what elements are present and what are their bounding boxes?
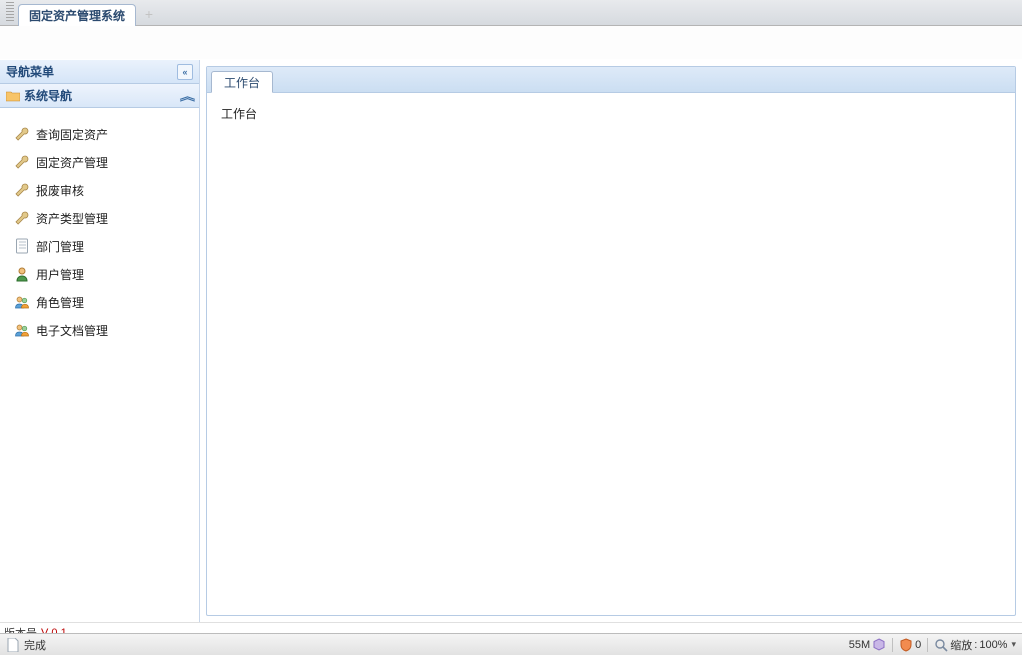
content-body-text: 工作台 bbox=[221, 107, 257, 121]
collapse-sidebar-button[interactable]: « bbox=[177, 64, 193, 80]
document-icon bbox=[14, 238, 30, 254]
nav-item-label: 用户管理 bbox=[36, 266, 84, 283]
folder-icon bbox=[6, 90, 20, 102]
nav-item-label: 电子文档管理 bbox=[36, 322, 108, 339]
nav-item-query-asset[interactable]: 查询固定资产 bbox=[14, 120, 199, 148]
separator bbox=[892, 638, 893, 652]
nav-item-asset-type[interactable]: 资产类型管理 bbox=[14, 204, 199, 232]
nav-item-edoc-mgmt[interactable]: 电子文档管理 bbox=[14, 316, 199, 344]
users-icon bbox=[14, 294, 30, 310]
main-area: 导航菜单 « 系统导航 ︽ 查询固定资产 固定资产管理 bbox=[0, 60, 1022, 622]
nav-item-label: 报废审核 bbox=[36, 182, 84, 199]
users-icon bbox=[14, 322, 30, 338]
status-bar: 完成 55M 0 缩放 : 100% ▾ bbox=[0, 633, 1022, 655]
nav-item-asset-mgmt[interactable]: 固定资产管理 bbox=[14, 148, 199, 176]
tab-workbench-label: 工作台 bbox=[224, 74, 260, 91]
add-tab-button[interactable]: + bbox=[140, 5, 158, 23]
chevron-up-icon: ︽ bbox=[180, 88, 195, 104]
accordion-section-header[interactable]: 系统导航 ︽ bbox=[0, 84, 199, 108]
drag-handle-icon[interactable] bbox=[6, 2, 14, 22]
sidebar-title: 导航菜单 bbox=[6, 63, 54, 80]
main-tab-label: 固定资产管理系统 bbox=[29, 7, 125, 24]
separator bbox=[927, 638, 928, 652]
content-area: 工作台 工作台 bbox=[200, 60, 1022, 622]
nav-item-dept-mgmt[interactable]: 部门管理 bbox=[14, 232, 199, 260]
nav-list: 查询固定资产 固定资产管理 报废审核 资产类型管理 部门管理 用户管理 bbox=[0, 108, 199, 344]
wrench-icon bbox=[14, 210, 30, 226]
sidebar-header: 导航菜单 « bbox=[0, 60, 199, 84]
shield-icon bbox=[899, 638, 913, 652]
main-tab[interactable]: 固定资产管理系统 bbox=[18, 4, 136, 26]
user-icon bbox=[14, 266, 30, 282]
nav-item-label: 资产类型管理 bbox=[36, 210, 108, 227]
nav-item-label: 查询固定资产 bbox=[36, 126, 108, 143]
chevron-left-icon: « bbox=[182, 67, 187, 77]
wrench-icon bbox=[14, 126, 30, 142]
toolbar-spacer bbox=[0, 26, 1022, 60]
status-left: 完成 bbox=[6, 637, 46, 653]
status-zoom-label: 缩放 bbox=[950, 637, 972, 653]
content-panel: 工作台 工作台 bbox=[206, 66, 1016, 616]
status-count: 0 bbox=[915, 639, 921, 651]
content-tabstrip: 工作台 bbox=[207, 67, 1015, 93]
status-mem: 55M bbox=[849, 639, 870, 651]
status-right: 55M 0 缩放 : 100% ▾ bbox=[849, 637, 1016, 653]
sidebar: 导航菜单 « 系统导航 ︽ 查询固定资产 固定资产管理 bbox=[0, 60, 200, 622]
nav-item-scrap-review[interactable]: 报废审核 bbox=[14, 176, 199, 204]
page-icon bbox=[6, 638, 20, 652]
status-done-text: 完成 bbox=[24, 637, 46, 653]
chevron-down-icon[interactable]: ▾ bbox=[1011, 639, 1016, 650]
wrench-icon bbox=[14, 182, 30, 198]
nav-item-user-mgmt[interactable]: 用户管理 bbox=[14, 260, 199, 288]
nav-item-role-mgmt[interactable]: 角色管理 bbox=[14, 288, 199, 316]
status-zoom-value[interactable]: 100% bbox=[979, 639, 1007, 651]
nav-item-label: 部门管理 bbox=[36, 238, 84, 255]
nav-item-label: 固定资产管理 bbox=[36, 154, 108, 171]
nav-item-label: 角色管理 bbox=[36, 294, 84, 311]
wrench-icon bbox=[14, 154, 30, 170]
accordion-section-label: 系统导航 bbox=[24, 87, 72, 104]
zoom-icon bbox=[934, 638, 948, 652]
plus-icon: + bbox=[145, 6, 153, 22]
cube-icon bbox=[872, 638, 886, 652]
content-body: 工作台 bbox=[207, 93, 1015, 615]
tab-workbench[interactable]: 工作台 bbox=[211, 71, 273, 93]
top-tabbar: 固定资产管理系统 + bbox=[0, 0, 1022, 26]
